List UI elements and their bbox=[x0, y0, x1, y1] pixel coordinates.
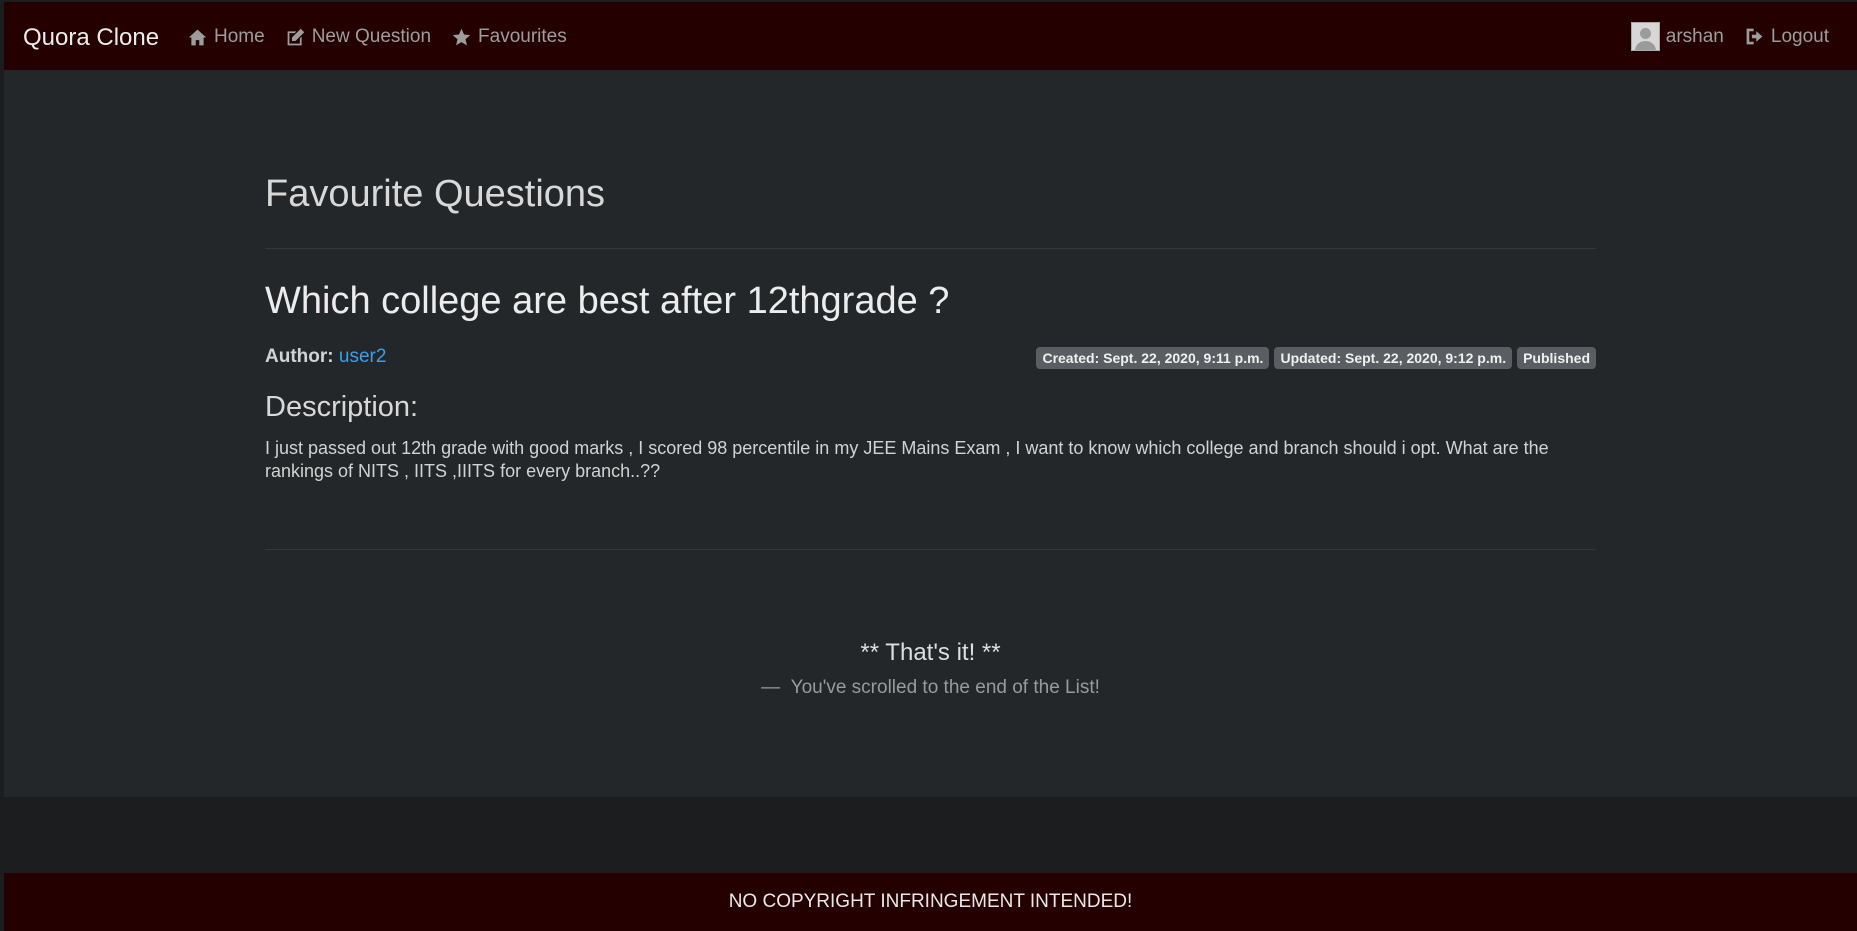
logout-label: Logout bbox=[1770, 25, 1829, 47]
edit-icon bbox=[287, 28, 304, 45]
main-content: Favourite Questions Which college are be… bbox=[4, 70, 1857, 797]
author-label: Author: bbox=[265, 346, 334, 367]
username: arshan bbox=[1665, 25, 1724, 47]
star-icon bbox=[452, 28, 471, 45]
updated-badge: Updated: Sept. 22, 2020, 9:12 p.m. bbox=[1274, 347, 1513, 369]
footer: NO COPYRIGHT INFRINGEMENT INTENDED! bbox=[4, 873, 1857, 931]
nav-favourites[interactable]: Favourites bbox=[451, 26, 567, 48]
home-icon bbox=[188, 29, 207, 45]
description-heading: Description: bbox=[265, 391, 419, 423]
created-badge: Created: Sept. 22, 2020, 9:11 p.m. bbox=[1036, 347, 1270, 369]
question-author: Author: user2 bbox=[265, 346, 386, 368]
page-frame: Quora Clone Home New Question Favourites… bbox=[4, 2, 1857, 931]
nav-home[interactable]: Home bbox=[187, 26, 265, 48]
question-title[interactable]: Which college are best after 12thgrade ? bbox=[265, 280, 949, 323]
nav-links: Home New Question Favourites bbox=[187, 26, 567, 48]
nav-new-question-label: New Question bbox=[311, 26, 432, 47]
status-badge: Published bbox=[1517, 347, 1596, 369]
brand-logo[interactable]: Quora Clone bbox=[23, 24, 159, 52]
footer-text: NO COPYRIGHT INFRINGEMENT INTENDED! bbox=[728, 891, 1133, 912]
page-title: Favourite Questions bbox=[265, 173, 606, 215]
author-link[interactable]: user2 bbox=[339, 346, 387, 367]
nav-user-area: arshan Logout bbox=[1630, 22, 1829, 51]
avatar bbox=[1630, 22, 1660, 51]
question-badges: Created: Sept. 22, 2020, 9:11 p.m. Updat… bbox=[1036, 347, 1596, 369]
nav-favourites-label: Favourites bbox=[478, 26, 567, 47]
divider bbox=[265, 549, 1596, 550]
navbar: Quora Clone Home New Question Favourites… bbox=[4, 2, 1857, 71]
logout-icon bbox=[1746, 28, 1763, 45]
nav-new-question[interactable]: New Question bbox=[285, 26, 431, 48]
logout-link[interactable]: Logout bbox=[1744, 26, 1829, 48]
divider bbox=[265, 248, 1596, 249]
user-profile-link[interactable]: arshan bbox=[1630, 22, 1724, 51]
end-of-list-title: ** That's it! ** bbox=[860, 639, 1001, 666]
question-description: I just passed out 12th grade with good m… bbox=[265, 438, 1549, 481]
nav-home-label: Home bbox=[214, 26, 265, 47]
end-of-list-subtitle: — You've scrolled to the end of the List… bbox=[761, 677, 1100, 698]
